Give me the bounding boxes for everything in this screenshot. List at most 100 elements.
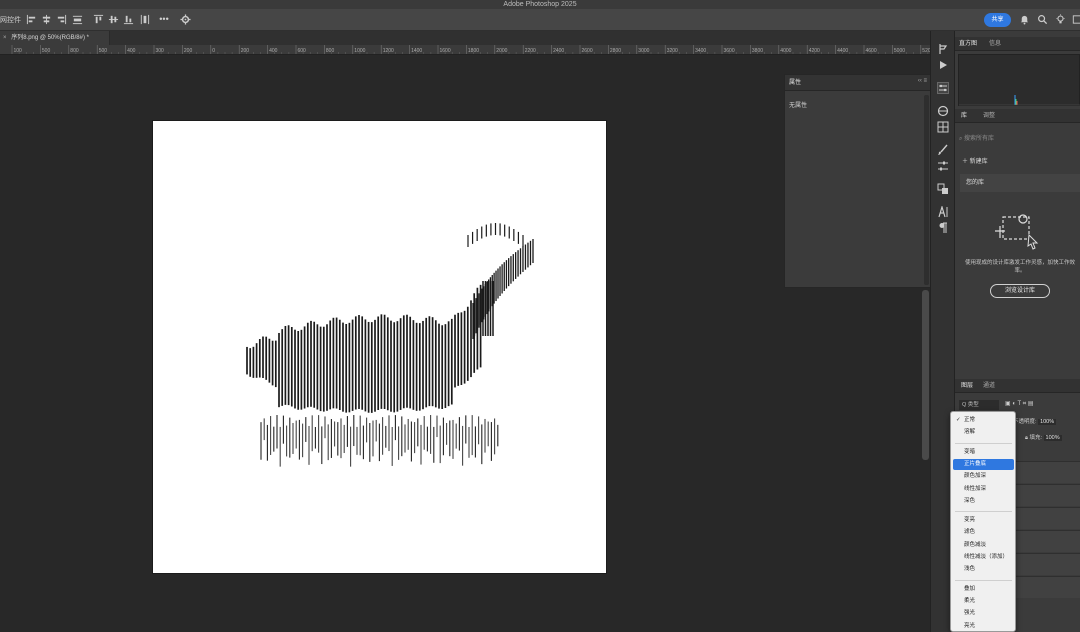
sliders-icon[interactable] [937, 82, 949, 94]
more-options-icon[interactable]: ••• [157, 14, 171, 25]
blend-mode-item[interactable]: 强光 [953, 608, 1014, 619]
gear-icon[interactable] [180, 14, 191, 25]
tab-info[interactable]: 信息 [989, 37, 1001, 51]
layer-row[interactable] [1015, 530, 1080, 552]
blend-mode-item[interactable]: 滤色 [953, 527, 1014, 538]
blend-mode-label: 变亮 [964, 517, 976, 524]
ruler-tick-label: 5000 [894, 48, 905, 54]
browse-libraries-button[interactable]: 浏览设计库 [990, 284, 1050, 298]
distribute-vertical-icon[interactable] [139, 14, 150, 25]
clone-source-icon[interactable] [937, 183, 949, 195]
canvas-vertical-scrollbar[interactable] [922, 290, 929, 460]
layers-tabs: 图层 通道 [955, 379, 1080, 393]
blend-mode-item[interactable]: 亮光 [953, 621, 1014, 632]
options-bar: 网控件 ••• 共享 [0, 9, 1080, 31]
blend-mode-item[interactable]: 颜色加深 [953, 471, 1014, 482]
align-middle-icon[interactable] [108, 14, 119, 25]
blend-mode-item[interactable]: 浅色 [953, 564, 1014, 575]
search-icon[interactable] [1037, 14, 1048, 25]
workspace-icon[interactable] [1071, 14, 1080, 25]
new-library-button[interactable]: ＋ 新建库 [962, 156, 988, 165]
align-right-icon[interactable] [56, 14, 67, 25]
history-icon[interactable] [937, 43, 949, 55]
ruler-tick-label: 1400 [411, 48, 422, 54]
align-top-icon[interactable] [93, 14, 104, 25]
brush-icon[interactable] [937, 144, 949, 156]
blend-mode-label: 正常 [964, 417, 976, 423]
align-left-icon[interactable] [26, 14, 37, 25]
lightbulb-icon[interactable] [1055, 14, 1066, 25]
ruler-tick-label: 500 [99, 48, 108, 54]
blend-mode-label: 滤色 [964, 529, 976, 536]
blend-mode-item[interactable]: 线性加深 [953, 484, 1014, 495]
ruler-tick-label: 200 [184, 48, 193, 54]
ruler-tick-label: 2800 [610, 48, 621, 54]
ruler-tick-label: 1000 [354, 48, 365, 54]
bell-icon[interactable] [1019, 14, 1030, 25]
window-title-bar: Adobe Photoshop 2025 [0, 0, 1080, 9]
align-center-icon[interactable] [41, 14, 52, 25]
blend-mode-item[interactable]: 柔光 [953, 596, 1014, 607]
opacity-input[interactable]: 100% [1038, 419, 1057, 425]
blend-mode-item[interactable]: 正片叠底 [953, 458, 1014, 470]
ruler-tick-label: 3200 [667, 48, 678, 54]
fill-input[interactable]: 100% [1043, 435, 1062, 441]
document-canvas[interactable] [153, 121, 606, 573]
blend-mode-item[interactable]: 线性减淡（添加） [953, 552, 1014, 563]
tab-properties[interactable]: 属性 [789, 75, 801, 91]
ruler-tick-label: 500 [42, 48, 51, 54]
blend-mode-item[interactable]: ✓ 正常 [953, 415, 1014, 426]
properties-scrollbar[interactable] [924, 95, 929, 285]
opacity-label: 不透明度: [1013, 419, 1037, 425]
smart-object-filter-icon[interactable]: ▤ [1028, 401, 1034, 407]
tab-layers[interactable]: 图层 [961, 379, 973, 393]
blend-mode-label: 溶解 [964, 429, 976, 436]
tab-channels[interactable]: 通道 [983, 379, 995, 393]
adjust-sliders-icon[interactable] [937, 160, 949, 172]
blend-mode-item[interactable]: 溶解 [953, 427, 1014, 438]
play-icon[interactable] [937, 59, 949, 71]
blend-mode-label: 柔光 [964, 597, 976, 604]
cat-line-art-image [246, 223, 534, 467]
blend-mode-item[interactable]: 颜色减淡 [953, 540, 1014, 551]
tab-histogram[interactable]: 直方图 [959, 37, 977, 51]
layer-row[interactable] [1015, 507, 1080, 529]
ruler-tick-label: 2600 [582, 48, 593, 54]
blend-mode-label: 强光 [964, 610, 976, 617]
distribute-icon[interactable] [72, 14, 83, 25]
document-tab[interactable]: × 序列8.png @ 50%(RGB/8#) * [0, 31, 110, 45]
blend-mode-dropdown-menu[interactable]: ✓ 正常溶解变暗正片叠底颜色加深线性加深 深色变亮滤色颜色减淡线性减淡（添加） 浅色叠… [950, 411, 1016, 632]
ruler-tick-label: 2000 [496, 48, 507, 54]
library-search[interactable]: ⌕ 搜索所有库 [959, 133, 1080, 145]
blend-mode-item[interactable]: 变暗 [953, 447, 1014, 458]
library-description: 使用现成的设计库激发工作灵感，加快工作效率。 [965, 260, 1076, 274]
tool-option-label: 网控件 [0, 17, 21, 24]
histogram-display [958, 54, 1080, 106]
tab-libraries[interactable]: 库 [961, 109, 967, 123]
blend-mode-label: 正片叠底 [964, 460, 987, 467]
layer-row[interactable] [1015, 576, 1080, 598]
blend-mode-item[interactable]: 深色 [953, 496, 1014, 507]
layer-row[interactable] [1015, 484, 1080, 506]
blend-mode-label: 颜色减淡 [964, 541, 987, 548]
ruler-tick-label: 600 [298, 48, 307, 54]
tab-adjustments[interactable]: 调整 [983, 109, 995, 123]
my-library-item[interactable]: 您的库 [960, 174, 1080, 192]
share-button[interactable]: 共享 [984, 13, 1011, 27]
color-icon[interactable] [937, 105, 949, 117]
close-icon[interactable]: × [3, 35, 7, 41]
ruler-tick-label: 4000 [780, 48, 791, 54]
align-bottom-icon[interactable] [123, 14, 134, 25]
character-icon[interactable] [937, 206, 949, 218]
blend-mode-item[interactable]: 叠加 [953, 584, 1014, 595]
ruler-tick-label: 400 [127, 48, 136, 54]
layer-row[interactable] [1015, 553, 1080, 575]
blend-mode-item[interactable]: 变亮 [953, 515, 1014, 526]
layer-row[interactable] [1015, 461, 1080, 483]
ruler-tick-label: 4200 [809, 48, 820, 54]
blend-mode-label: 变暗 [964, 448, 976, 455]
paragraph-icon[interactable] [937, 222, 949, 234]
swatches-icon[interactable] [937, 121, 949, 133]
layer-filter-select[interactable]: Q 类型 [959, 400, 999, 410]
panel-menu-icon[interactable]: ‹‹ ≡ [918, 78, 927, 84]
